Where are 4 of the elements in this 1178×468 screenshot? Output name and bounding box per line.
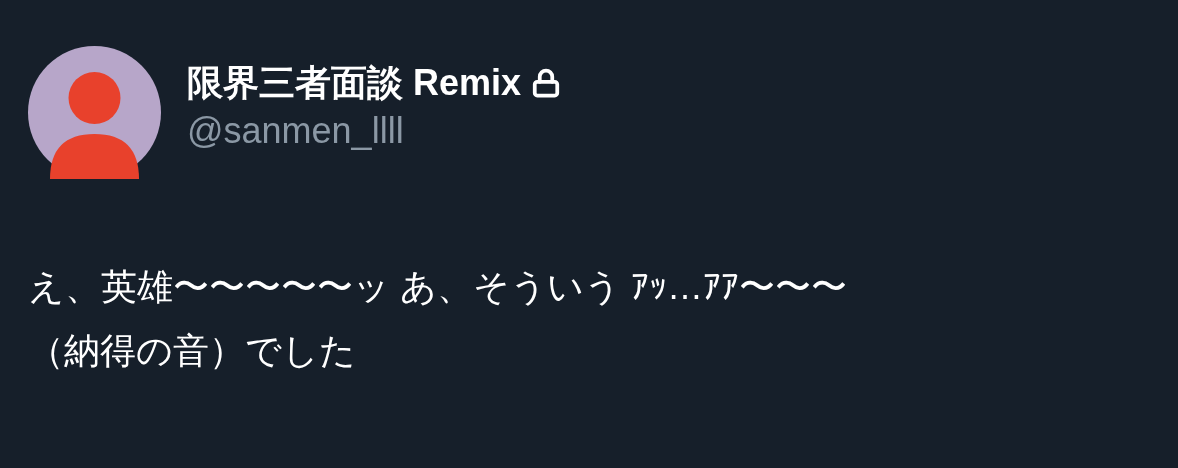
user-handle: @sanmen_llll bbox=[187, 108, 405, 153]
display-name: 限界三者面談 Remix bbox=[187, 60, 522, 105]
tweet-text: （納得の音）でした bbox=[28, 329, 357, 373]
tweet-text: え、英雄〜〜〜〜〜ッ あ、そういう ｱｯ…ｱｱ〜〜〜 bbox=[28, 265, 848, 309]
